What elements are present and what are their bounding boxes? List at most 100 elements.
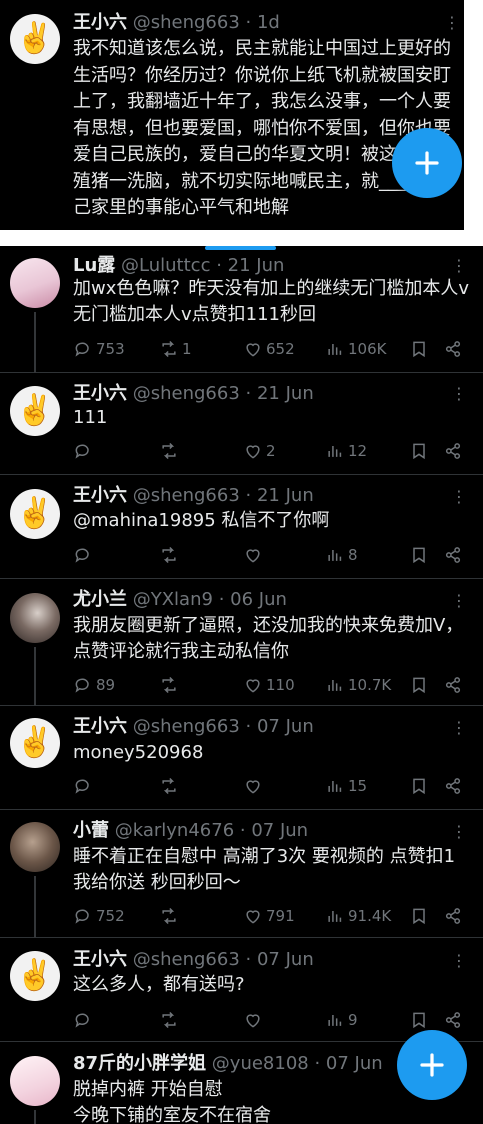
- avatar[interactable]: [10, 1056, 60, 1106]
- handle[interactable]: @yue8108: [212, 1053, 309, 1074]
- share-button[interactable]: [443, 1009, 463, 1031]
- display-name[interactable]: 王小六: [73, 949, 127, 970]
- share-button[interactable]: [443, 674, 463, 696]
- tweet[interactable]: ✌️ 王小六 @sheng663 · 21 Jun ⋮ 111 2 12: [0, 373, 483, 475]
- avatar[interactable]: [10, 593, 60, 643]
- views-button[interactable]: 15: [325, 775, 367, 797]
- more-icon[interactable]: ⋮: [451, 953, 467, 969]
- views-button[interactable]: 12: [325, 440, 367, 462]
- views-button[interactable]: 106K: [325, 338, 386, 360]
- reply-button[interactable]: [73, 1009, 96, 1031]
- like-button[interactable]: 652: [243, 338, 295, 360]
- timestamp[interactable]: · 21 Jun: [246, 383, 314, 404]
- views-button[interactable]: 10.7K: [325, 674, 391, 696]
- tweet[interactable]: 尤小兰 @YXlan9 · 06 Jun ⋮ 我朋友圈更新了逼照，还没加我的快来…: [0, 579, 483, 706]
- retweet-button[interactable]: 1: [159, 338, 192, 360]
- retweet-button[interactable]: [159, 674, 182, 696]
- timestamp[interactable]: · 07 Jun: [246, 716, 314, 737]
- like-button[interactable]: [243, 544, 266, 566]
- display-name[interactable]: 王小六: [73, 485, 127, 506]
- more-icon[interactable]: ⋮: [451, 489, 467, 505]
- bookmark-button[interactable]: [409, 1009, 429, 1031]
- views-button[interactable]: 8: [325, 544, 358, 566]
- more-icon[interactable]: ⋮: [451, 720, 467, 736]
- handle[interactable]: @sheng663: [133, 383, 240, 404]
- handle[interactable]: @sheng663: [133, 12, 240, 33]
- display-name[interactable]: 王小六: [73, 383, 127, 404]
- tweet[interactable]: Lu露 @Luluttcc · 21 Jun ⋮ 加wx色色嘛？昨天没有加上的继…: [0, 250, 483, 373]
- avatar[interactable]: ✌️: [10, 718, 60, 768]
- bookmark-button[interactable]: [409, 905, 429, 927]
- avatar[interactable]: [10, 822, 60, 872]
- tweet[interactable]: ✌️ 王小六 @sheng663 · 07 Jun ⋮ 这么多人，都有送吗? 9: [0, 938, 483, 1042]
- compose-button[interactable]: [392, 128, 462, 198]
- more-icon[interactable]: ⋮: [451, 386, 467, 402]
- handle[interactable]: @sheng663: [133, 949, 240, 970]
- like-button[interactable]: [243, 775, 266, 797]
- retweet-button[interactable]: [159, 440, 182, 462]
- bookmark-button[interactable]: [409, 775, 429, 797]
- display-name[interactable]: 87斤的小胖学姐: [73, 1053, 206, 1074]
- share-button[interactable]: [443, 775, 463, 797]
- avatar[interactable]: ✌️: [10, 951, 60, 1001]
- handle[interactable]: @sheng663: [133, 485, 240, 506]
- tweet[interactable]: ✌️ 王小六 @sheng663 · 07 Jun ⋮ money520968: [0, 706, 483, 810]
- bookmark-button[interactable]: [409, 338, 429, 360]
- display-name[interactable]: 王小六: [73, 716, 127, 737]
- like-button[interactable]: 2: [243, 440, 276, 462]
- handle[interactable]: @Luluttcc: [121, 255, 210, 276]
- display-name[interactable]: 王小六: [73, 12, 127, 33]
- bookmark-button[interactable]: [409, 544, 429, 566]
- retweet-icon: [162, 442, 176, 460]
- more-icon[interactable]: ⋮: [451, 258, 467, 274]
- share-button[interactable]: [443, 544, 463, 566]
- views-button[interactable]: 9: [325, 1009, 358, 1031]
- tweet[interactable]: ✌️ 王小六 @sheng663 · 21 Jun ⋮ @mahina19895…: [0, 475, 483, 579]
- timestamp[interactable]: · 07 Jun: [240, 820, 308, 841]
- display-name[interactable]: 尤小兰: [73, 589, 127, 610]
- timestamp[interactable]: · 21 Jun: [246, 485, 314, 506]
- like-button[interactable]: 110: [243, 674, 295, 696]
- tweet[interactable]: 小蕾 @karlyn4676 · 07 Jun ⋮ 睡不着正在自慰中 高潮了3次…: [0, 810, 483, 938]
- timestamp[interactable]: · 07 Jun: [246, 949, 314, 970]
- compose-button[interactable]: [397, 1030, 467, 1100]
- like-button[interactable]: 791: [243, 905, 295, 927]
- share-button[interactable]: [443, 905, 463, 927]
- timestamp[interactable]: · 07 Jun: [314, 1053, 382, 1074]
- reply-button[interactable]: [73, 775, 96, 797]
- timestamp[interactable]: · 21 Jun: [216, 255, 284, 276]
- retweet-button[interactable]: [159, 905, 182, 927]
- like-button[interactable]: [243, 1009, 266, 1031]
- bookmark-button[interactable]: [409, 674, 429, 696]
- reply-button[interactable]: [73, 544, 96, 566]
- more-icon[interactable]: ⋮: [444, 15, 460, 31]
- more-icon[interactable]: ⋮: [451, 824, 467, 840]
- handle[interactable]: @YXlan9: [133, 589, 213, 610]
- timestamp[interactable]: · 1d: [246, 12, 280, 33]
- display-name[interactable]: 小蕾: [73, 820, 109, 841]
- avatar[interactable]: ✌️: [10, 386, 60, 436]
- views-icon: [328, 781, 342, 792]
- display-name[interactable]: Lu露: [73, 255, 115, 276]
- reply-button[interactable]: 752: [73, 905, 125, 927]
- handle[interactable]: @karlyn4676: [115, 820, 234, 841]
- timestamp[interactable]: · 06 Jun: [219, 589, 287, 610]
- avatar[interactable]: ✌️: [10, 14, 60, 64]
- reply-button[interactable]: 89: [73, 674, 115, 696]
- retweet-button[interactable]: [159, 1009, 182, 1031]
- tweet-actions: 8: [73, 544, 468, 566]
- bookmark-button[interactable]: [409, 440, 429, 462]
- share-button[interactable]: [443, 440, 463, 462]
- tweet-text: 睡不着正在自慰中 高潮了3次 要视频的 点赞扣1我给你送 秒回秒回～: [73, 846, 456, 893]
- avatar[interactable]: ✌️: [10, 489, 60, 539]
- retweet-button[interactable]: [159, 544, 182, 566]
- more-icon[interactable]: ⋮: [451, 593, 467, 609]
- reply-icon: [75, 342, 89, 357]
- retweet-button[interactable]: [159, 775, 182, 797]
- avatar[interactable]: [10, 258, 60, 308]
- reply-button[interactable]: 753: [73, 338, 125, 360]
- handle[interactable]: @sheng663: [133, 716, 240, 737]
- reply-button[interactable]: [73, 440, 96, 462]
- views-button[interactable]: 91.4K: [325, 905, 391, 927]
- share-button[interactable]: [443, 338, 463, 360]
